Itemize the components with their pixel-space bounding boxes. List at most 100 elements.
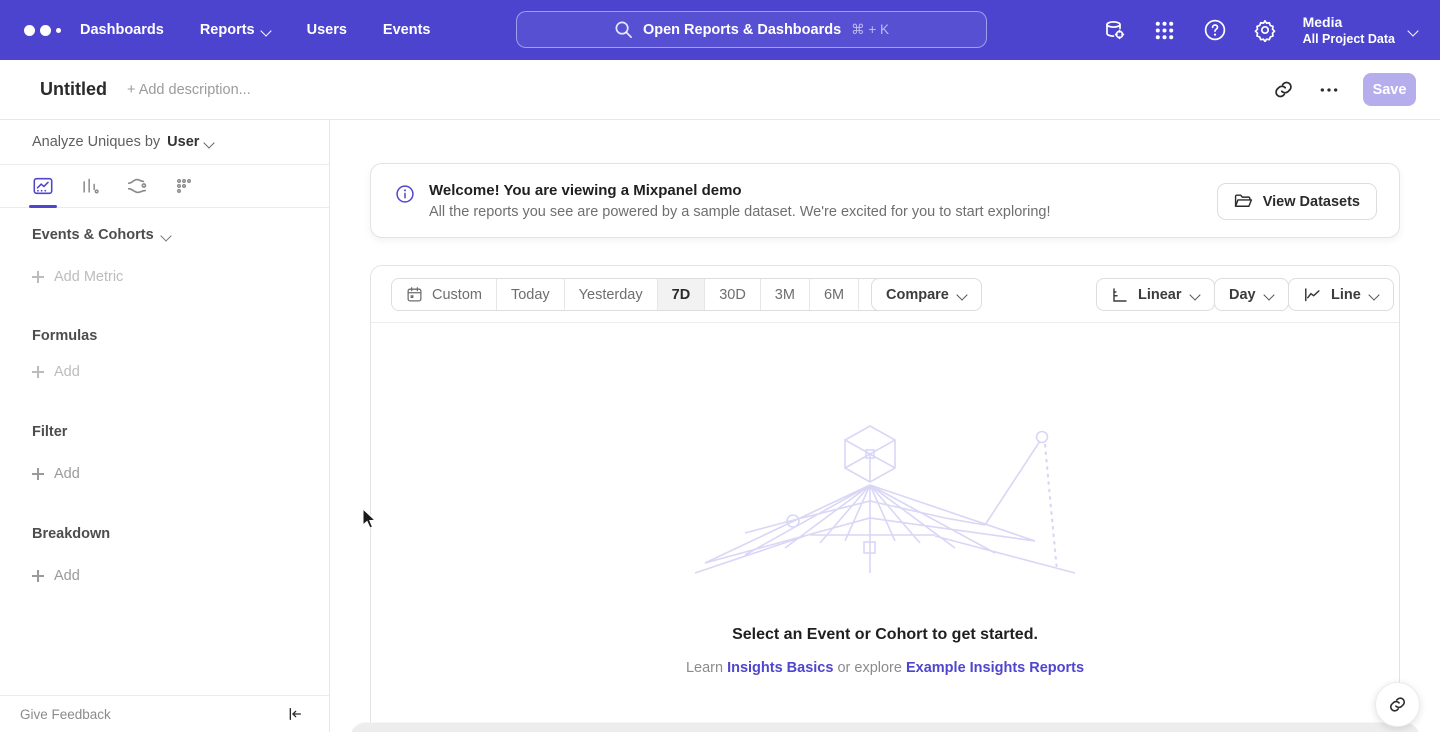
- range-6m[interactable]: 6M: [810, 279, 859, 310]
- project-subtitle: All Project Data: [1303, 31, 1395, 47]
- info-icon: [395, 184, 415, 204]
- banner-title: Welcome! You are viewing a Mixpanel demo: [429, 182, 1051, 199]
- calendar-icon: [406, 286, 423, 303]
- nav-item-label: Events: [383, 22, 431, 38]
- scale-label: Linear: [1138, 287, 1182, 303]
- header-actions: Save: [1271, 73, 1416, 106]
- add-breakdown-label: Add: [54, 568, 80, 584]
- metric-type-tabs: [0, 165, 329, 208]
- tab-retention[interactable]: [173, 169, 195, 203]
- banner-body: All the reports you see are powered by a…: [429, 204, 1051, 220]
- results-panel-edge[interactable]: [350, 722, 1420, 732]
- chevron-down-icon: [262, 26, 271, 35]
- project-selector[interactable]: Media All Project Data: [1303, 14, 1418, 47]
- nav-item-label: Dashboards: [80, 22, 164, 38]
- banner-text: Welcome! You are viewing a Mixpanel demo…: [429, 182, 1051, 220]
- search-shortcut: ⌘ + K: [851, 22, 889, 38]
- range-label: Yesterday: [579, 287, 643, 303]
- insights-basics-link[interactable]: Insights Basics: [727, 660, 833, 676]
- apps-grid-icon[interactable]: [1153, 18, 1177, 42]
- nav-item-label: Users: [307, 22, 347, 38]
- plus-icon: [32, 468, 44, 480]
- date-range-segmented-control: Custom Today Yesterday 7D 30D 3M 6M 12M: [391, 278, 916, 311]
- help-icon[interactable]: [1203, 18, 1227, 42]
- copy-link-icon[interactable]: [1271, 78, 1295, 102]
- empty-state: Select an Event or Cohort to get started…: [371, 323, 1399, 676]
- add-formula-button[interactable]: Add: [32, 364, 80, 380]
- mixpanel-logo[interactable]: [24, 25, 70, 36]
- empty-state-illustration: [685, 423, 1085, 578]
- chart-type-dropdown[interactable]: Line: [1288, 278, 1394, 311]
- example-reports-link[interactable]: Example Insights Reports: [906, 660, 1084, 676]
- share-link-fab[interactable]: [1375, 682, 1420, 727]
- analyze-value-dropdown[interactable]: User: [167, 134, 214, 150]
- empty-state-links: Learn Insights Basics or explore Example…: [371, 660, 1399, 676]
- range-7d[interactable]: 7D: [658, 279, 706, 310]
- give-feedback-link[interactable]: Give Feedback: [20, 707, 111, 722]
- add-filter-label: Add: [54, 466, 80, 482]
- view-datasets-button[interactable]: View Datasets: [1217, 183, 1377, 220]
- interval-label: Day: [1229, 287, 1256, 303]
- add-metric-label: Add Metric: [54, 269, 123, 285]
- collapse-sidebar-icon[interactable]: [287, 706, 303, 722]
- nav-item-label: Reports: [200, 22, 255, 38]
- range-label: 7D: [672, 287, 691, 303]
- chevron-down-icon: [205, 138, 214, 147]
- save-button[interactable]: Save: [1363, 73, 1416, 106]
- add-filter-button[interactable]: Add: [32, 466, 80, 482]
- range-label: 30D: [719, 287, 746, 303]
- add-breakdown-button[interactable]: Add: [32, 568, 80, 584]
- range-label: 3M: [775, 287, 795, 303]
- add-metric-button[interactable]: Add Metric: [32, 269, 123, 285]
- nav-item-reports[interactable]: Reports: [200, 22, 271, 38]
- chart-type-label: Line: [1331, 287, 1361, 303]
- tab-flows[interactable]: [126, 169, 148, 203]
- chart-toolbar: Custom Today Yesterday 7D 30D 3M 6M 12M …: [371, 266, 1399, 323]
- global-search-input[interactable]: Open Reports & Dashboards ⌘ + K: [516, 11, 987, 48]
- range-3m[interactable]: 3M: [761, 279, 810, 310]
- linear-axis-icon: [1111, 286, 1129, 304]
- top-nav: Dashboards Reports Users Events Open Rep…: [0, 0, 1440, 60]
- view-datasets-label: View Datasets: [1263, 194, 1360, 210]
- scale-dropdown[interactable]: Linear: [1096, 278, 1215, 311]
- nav-item-dashboards[interactable]: Dashboards: [80, 22, 164, 38]
- or-explore-text: or explore: [837, 660, 901, 676]
- range-custom[interactable]: Custom: [392, 279, 497, 310]
- chevron-down-icon: [162, 231, 171, 240]
- events-cohorts-section[interactable]: Events & Cohorts: [32, 227, 171, 243]
- add-description-field[interactable]: + Add description...: [127, 82, 251, 98]
- range-today[interactable]: Today: [497, 279, 565, 310]
- plus-icon: [32, 570, 44, 582]
- nav-item-users[interactable]: Users: [307, 22, 347, 38]
- report-title[interactable]: Untitled: [40, 79, 107, 100]
- folder-icon: [1234, 193, 1253, 210]
- mixpanel-app: Dashboards Reports Users Events Open Rep…: [0, 0, 1440, 732]
- chevron-down-icon: [958, 290, 967, 299]
- tab-funnels[interactable]: [79, 169, 101, 203]
- empty-state-title: Select an Event or Cohort to get started…: [371, 626, 1399, 644]
- formulas-heading: Formulas: [32, 328, 97, 344]
- range-30d[interactable]: 30D: [705, 279, 761, 310]
- add-formula-label: Add: [54, 364, 80, 380]
- nav-items: Dashboards Reports Users Events: [80, 22, 430, 38]
- events-cohorts-label: Events & Cohorts: [32, 227, 154, 243]
- learn-text: Learn: [686, 660, 723, 676]
- sidebar-footer: Give Feedback: [0, 695, 329, 732]
- more-options-icon[interactable]: [1317, 78, 1341, 102]
- settings-gear-icon[interactable]: [1253, 18, 1277, 42]
- nav-item-events[interactable]: Events: [383, 22, 431, 38]
- tab-insights[interactable]: [32, 169, 54, 203]
- compare-dropdown[interactable]: Compare: [871, 278, 982, 311]
- data-management-icon[interactable]: [1103, 18, 1127, 42]
- interval-dropdown[interactable]: Day: [1214, 278, 1289, 311]
- range-yesterday[interactable]: Yesterday: [565, 279, 658, 310]
- welcome-banner: Welcome! You are viewing a Mixpanel demo…: [370, 163, 1400, 238]
- range-label: 6M: [824, 287, 844, 303]
- chart-card: Custom Today Yesterday 7D 30D 3M 6M 12M …: [370, 265, 1400, 732]
- range-label: Custom: [432, 287, 482, 303]
- plus-icon: [32, 366, 44, 378]
- search-icon: [614, 20, 633, 39]
- filter-heading: Filter: [32, 424, 67, 440]
- search-placeholder: Open Reports & Dashboards: [643, 22, 841, 38]
- plus-icon: [32, 271, 44, 283]
